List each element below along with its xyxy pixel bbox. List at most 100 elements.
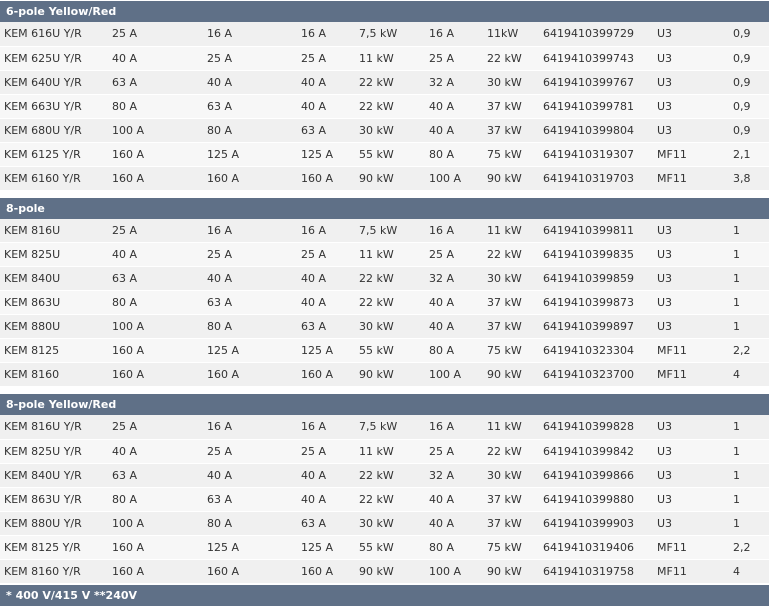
table-cell: 40 A	[108, 242, 203, 267]
table-cell: 6419410399811	[539, 218, 653, 243]
table-cell: U3	[653, 415, 729, 440]
table-cell: 100 A	[108, 314, 203, 339]
table-cell: 6419410399880	[539, 487, 653, 512]
table-cell: 2,1	[729, 142, 769, 167]
table-cell: 40 A	[203, 70, 297, 95]
table-cell: 22 kW	[483, 46, 539, 71]
table-cell: MF11	[653, 142, 729, 167]
table-cell: 0,9	[729, 118, 769, 143]
table-cell: MF11	[653, 559, 729, 584]
table-cell: 7,5 kW	[355, 415, 425, 440]
table-cell: KEM 625U Y/R	[0, 46, 108, 71]
table-cell: 11 kW	[355, 46, 425, 71]
table-cell: 6419410323700	[539, 362, 653, 387]
table-cell: 37 kW	[483, 290, 539, 315]
table-cell: U3	[653, 118, 729, 143]
table-cell: 6419410399903	[539, 511, 653, 536]
table-cell: 30 kW	[355, 511, 425, 536]
table-cell: 1	[729, 218, 769, 243]
table-cell: U3	[653, 218, 729, 243]
table-cell: 160 A	[297, 559, 355, 584]
table-cell: 25 A	[425, 439, 483, 464]
table-cell: U3	[653, 463, 729, 488]
table-cell: 11 kW	[483, 415, 539, 440]
table-row: KEM 816U 25 A 16 A 16 A 7,5 kW 16 A 11 kW 64194…	[0, 218, 769, 243]
table-cell: 37 kW	[483, 511, 539, 536]
table-cell: 6419410399743	[539, 46, 653, 71]
table-cell: 40 A	[425, 487, 483, 512]
table-cell: U3	[653, 487, 729, 512]
table-cell: 160 A	[203, 559, 297, 584]
table-cell: 40 A	[108, 439, 203, 464]
table-cell: 16 A	[203, 415, 297, 440]
table-cell: KEM 840U Y/R	[0, 463, 108, 488]
table-cell: 75 kW	[483, 535, 539, 560]
table-cell: 80 A	[203, 314, 297, 339]
table-cell: KEM 880U Y/R	[0, 511, 108, 536]
table-cell: 16 A	[425, 218, 483, 243]
table-row: KEM 825U 40 A 25 A 25 A 11 kW 25 A 22 kW 641941…	[0, 242, 769, 267]
table-row: KEM 6125 Y/R 160 A 125 A 125 A 55 kW 80 A 75 k…	[0, 142, 769, 167]
table-cell: 90 kW	[483, 166, 539, 191]
table-cell: MF11	[653, 362, 729, 387]
table-cell: 160 A	[297, 166, 355, 191]
table-row: KEM 8160 160 A 160 A 160 A 90 kW 100 A 90 kW 64…	[0, 362, 769, 387]
table-cell: 100 A	[108, 511, 203, 536]
table-cell: 80 A	[203, 511, 297, 536]
table-cell: 100 A	[425, 166, 483, 191]
table-cell: 40 A	[297, 70, 355, 95]
table-cell: 125 A	[297, 338, 355, 363]
table-cell: U3	[653, 290, 729, 315]
spec-table: KEM 816U Y/R 25 A 16 A 16 A 7,5 kW 16 A 11 kW 6…	[0, 415, 769, 584]
table-cell: 37 kW	[483, 314, 539, 339]
table-cell: 25 A	[108, 22, 203, 47]
table-cell: 4	[729, 362, 769, 387]
section-title: 8-pole	[0, 196, 769, 219]
table-cell: U3	[653, 94, 729, 119]
table-cell: 22 kW	[355, 290, 425, 315]
table-cell: 63 A	[108, 266, 203, 291]
table-cell: 160 A	[108, 338, 203, 363]
table-cell: 4	[729, 559, 769, 584]
table-cell: 40 A	[297, 94, 355, 119]
table-cell: MF11	[653, 535, 729, 560]
table-cell: U3	[653, 266, 729, 291]
table-cell: 40 A	[425, 118, 483, 143]
table-cell: 25 A	[203, 242, 297, 267]
spec-table: KEM 816U 25 A 16 A 16 A 7,5 kW 16 A 11 kW 64194…	[0, 218, 769, 387]
section-title: 6-pole Yellow/Red	[0, 0, 769, 22]
table-cell: 6419410399835	[539, 242, 653, 267]
table-cell: KEM 8160	[0, 362, 108, 387]
table-cell: 30 kW	[355, 314, 425, 339]
table-cell: 16 A	[297, 22, 355, 47]
table-row: KEM 8160 Y/R 160 A 160 A 160 A 90 kW 100 A 90 …	[0, 559, 769, 584]
table-cell: 90 kW	[483, 559, 539, 584]
table-cell: 16 A	[203, 218, 297, 243]
table-cell: 6419410319406	[539, 535, 653, 560]
table-cell: 6419410399767	[539, 70, 653, 95]
table-cell: 6419410319307	[539, 142, 653, 167]
table-cell: 63 A	[203, 487, 297, 512]
table-cell: 7,5 kW	[355, 22, 425, 47]
table-row: KEM 640U Y/R 63 A 40 A 40 A 22 kW 32 A 30 kW 64…	[0, 70, 769, 95]
table-cell: 63 A	[108, 463, 203, 488]
table-cell: U3	[653, 314, 729, 339]
table-cell: 30 kW	[483, 463, 539, 488]
table-cell: KEM 663U Y/R	[0, 94, 108, 119]
table-cell: 11 kW	[483, 218, 539, 243]
table-cell: 160 A	[108, 362, 203, 387]
table-row: KEM 625U Y/R 40 A 25 A 25 A 11 kW 25 A 22 kW 64…	[0, 46, 769, 71]
table-row: KEM 8125 Y/R 160 A 125 A 125 A 55 kW 80 A 75 k…	[0, 535, 769, 560]
table-row: KEM 6160 Y/R 160 A 160 A 160 A 90 kW 100 A 90 …	[0, 166, 769, 191]
table-cell: 40 A	[297, 487, 355, 512]
table-cell: KEM 880U	[0, 314, 108, 339]
table-cell: 37 kW	[483, 94, 539, 119]
table-cell: U3	[653, 46, 729, 71]
table-cell: KEM 640U Y/R	[0, 70, 108, 95]
table-row: KEM 616U Y/R 25 A 16 A 16 A 7,5 kW 16 A 11kW 64…	[0, 22, 769, 47]
table-cell: 0,9	[729, 46, 769, 71]
table-cell: 3,8	[729, 166, 769, 191]
table-cell: 63 A	[297, 118, 355, 143]
table-cell: 100 A	[425, 559, 483, 584]
table-cell: 100 A	[108, 118, 203, 143]
